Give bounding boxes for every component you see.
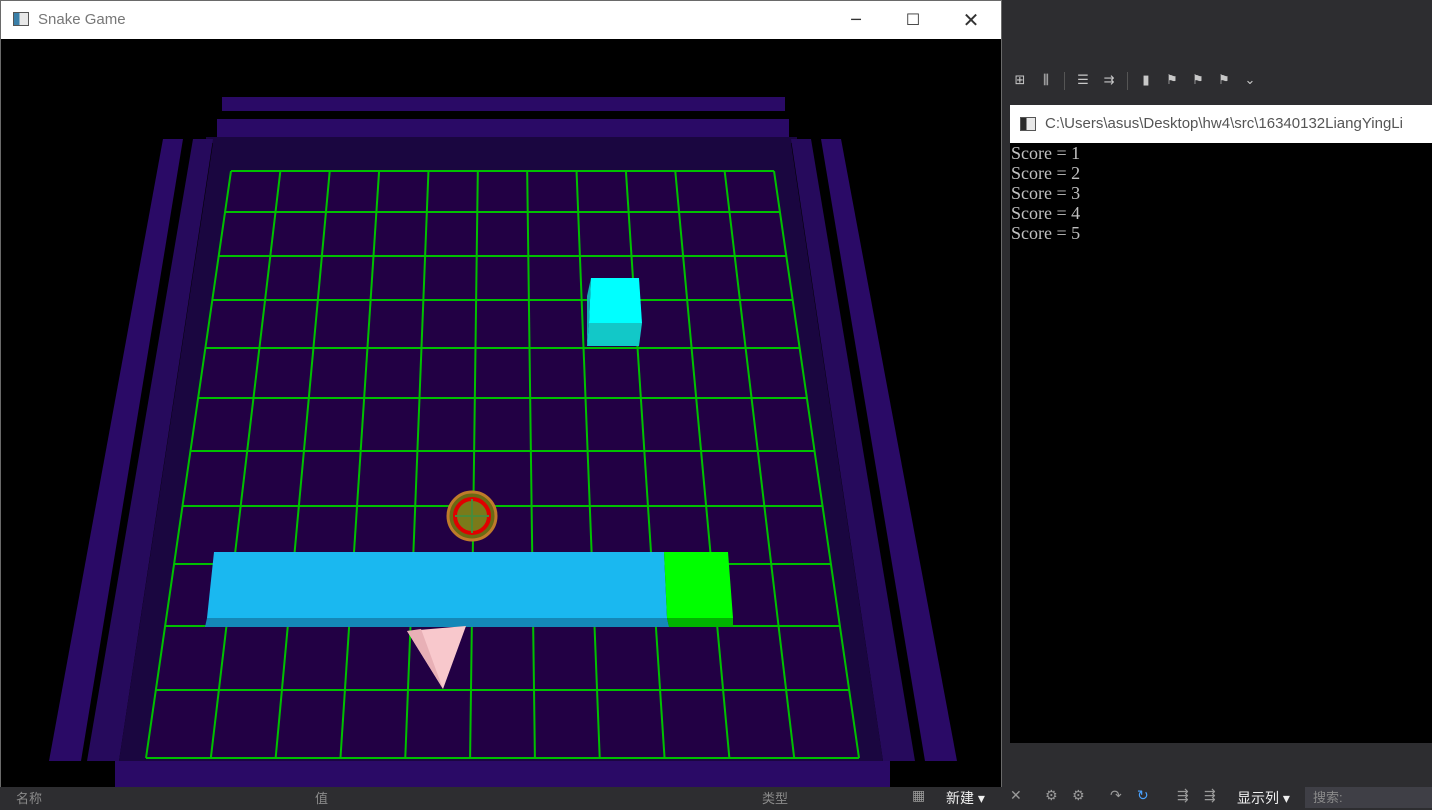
bookmark-icon[interactable]: ▮ — [1138, 73, 1154, 89]
outdent-icon[interactable]: ⇉ — [1101, 73, 1117, 89]
column-header-value[interactable]: 值 — [315, 788, 328, 807]
console-line: Score = 5 — [1011, 223, 1081, 243]
food-cube[interactable] — [589, 278, 642, 323]
prev-bookmark-icon[interactable]: ⚑ — [1164, 73, 1180, 89]
console-title: C:\Users\asus\Desktop\hw4\src\16340132Li… — [1045, 115, 1403, 132]
console-app-icon — [1020, 117, 1036, 131]
refresh-icon[interactable]: ↷ — [1110, 788, 1122, 804]
app-window-icon — [13, 12, 29, 26]
back-wall-base — [206, 137, 797, 143]
clear-bookmark-icon[interactable]: ⚑ — [1216, 73, 1232, 89]
console-titlebar[interactable]: C:\Users\asus\Desktop\hw4\src\16340132Li… — [1010, 105, 1432, 143]
maximize-button[interactable]: ☐ — [890, 1, 936, 39]
expand-icon[interactable]: ⇶ — [1204, 788, 1216, 804]
toolbar-separator — [1127, 72, 1128, 90]
show-columns-label: 显示列 — [1237, 790, 1279, 806]
filter-icon[interactable]: ⇶ — [1177, 788, 1189, 804]
close-icon: ✕ — [962, 8, 980, 32]
back-wall — [217, 119, 789, 137]
close-button[interactable]: ✕ — [948, 1, 994, 39]
game-canvas[interactable] — [1, 39, 1001, 787]
snake-body[interactable] — [207, 552, 667, 618]
console-line: Score = 2 — [1011, 163, 1081, 183]
food-cube-side — [587, 323, 642, 346]
console-line: Score = 1 — [1011, 143, 1081, 163]
toolbar-separator — [1064, 72, 1065, 90]
minimize-button[interactable]: ─ — [833, 1, 879, 39]
console-line: Score = 3 — [1011, 183, 1081, 203]
game-titlebar[interactable]: Snake Game ─ ☐ ✕ — [1, 1, 1001, 39]
console-line: Score = 4 — [1011, 203, 1081, 223]
console-window[interactable]: C:\Users\asus\Desktop\hw4\src\16340132Li… — [1010, 105, 1432, 743]
toolbar-overflow-icon[interactable]: ⌄ — [1242, 73, 1258, 89]
next-bookmark-icon[interactable]: ⚑ — [1190, 73, 1206, 89]
console-output: Score = 1 Score = 2 Score = 3 Score = 4 Scor… — [1011, 143, 1080, 243]
minimize-icon: ─ — [851, 10, 861, 29]
new-watch-button[interactable]: 新建 ▾ — [946, 788, 985, 808]
maximize-icon: ☐ — [905, 10, 921, 29]
game-board — [146, 171, 859, 758]
toolbar-format-icon[interactable]: ⊞ — [1012, 73, 1028, 89]
watch-icon[interactable]: ⚙ — [1045, 788, 1058, 804]
snake-head[interactable] — [664, 552, 733, 618]
game-window[interactable]: Snake Game ─ ☐ ✕ — [0, 0, 1002, 787]
back-wall-top — [222, 97, 785, 111]
ide-toolbar: ⊞ ⫼ ☰ ⇉ ▮ ⚑ ⚑ ⚑ ⌄ — [1000, 66, 1432, 96]
watch-all-icon[interactable]: ⚙ — [1072, 788, 1085, 804]
toolbar-align-icon[interactable]: ⫼ — [1038, 73, 1054, 89]
delete-icon[interactable]: ✕ — [1010, 788, 1022, 804]
new-watch-label: 新建 — [946, 790, 974, 806]
search-input[interactable]: 搜索: — [1305, 787, 1432, 808]
window-title: Snake Game — [38, 11, 126, 28]
show-columns-button[interactable]: 显示列 ▾ — [1237, 788, 1290, 808]
ide-bottom-panel: 名称 值 类型 ▦ 新建 ▾ ✕ ⚙ ⚙ ↷ ↻ ⇶ ⇶ 显示列 ▾ 搜索: — [0, 785, 1432, 810]
indent-icon[interactable]: ☰ — [1075, 73, 1091, 89]
front-wall — [115, 761, 890, 787]
reload-icon[interactable]: ↻ — [1137, 788, 1149, 804]
column-header-type[interactable]: 类型 — [762, 788, 788, 807]
column-header-name[interactable]: 名称 — [16, 788, 42, 807]
panel-scroll-icon[interactable]: ▦ — [912, 788, 925, 804]
snake-body-shadow — [205, 618, 669, 627]
snake-head-shadow — [667, 618, 733, 627]
